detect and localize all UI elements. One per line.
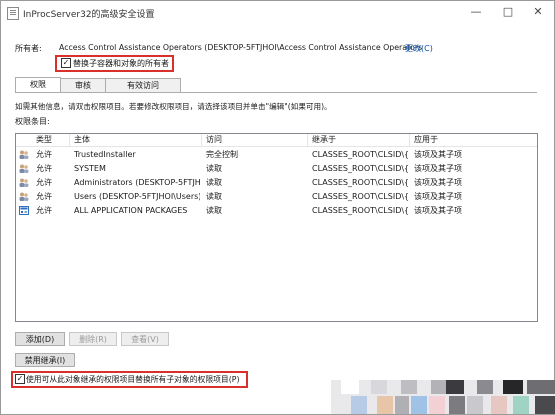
row-applies: 该项及其子项: [414, 164, 462, 173]
user-group-icon: [19, 164, 29, 173]
row-principal: Administrators (DESKTOP-5FTJH...: [74, 178, 200, 187]
tab-permissions[interactable]: 权限: [15, 77, 61, 93]
user-group-icon: [19, 192, 29, 201]
table-row[interactable]: 允许 SYSTEM 读取 CLASSES_ROOT\CLSID\{4... 该项…: [16, 162, 537, 175]
row-access: 读取: [206, 206, 222, 215]
replace-owner-checkbox[interactable]: ✓: [61, 58, 71, 68]
tab-effective-access[interactable]: 有效访问: [105, 78, 181, 93]
row-inherited: CLASSES_ROOT\CLSID\{4...: [312, 178, 408, 187]
row-applies: 该项及其子项: [414, 178, 462, 187]
row-type: 允许: [36, 206, 52, 215]
replace-child-permissions-checkbox[interactable]: ✓: [15, 374, 25, 384]
row-type: 允许: [36, 192, 52, 201]
remove-button[interactable]: 删除(R): [69, 332, 117, 346]
row-access: 读取: [206, 178, 222, 187]
table-row[interactable]: 允许 Administrators (DESKTOP-5FTJH... 读取 C…: [16, 176, 537, 189]
column-header-access[interactable]: 访问: [202, 134, 308, 146]
minimize-button[interactable]: —: [460, 1, 492, 23]
close-button[interactable]: ✕: [522, 1, 554, 23]
row-access: 读取: [206, 192, 222, 201]
window-icon: [7, 7, 19, 20]
disable-inheritance-button[interactable]: 禁用继承(I): [15, 353, 75, 367]
row-access: 读取: [206, 164, 222, 173]
row-principal: TrustedInstaller: [74, 150, 136, 159]
owner-value: Access Control Assistance Operators (DES…: [59, 43, 423, 52]
tab-divider: [15, 92, 537, 93]
row-type: 允许: [36, 164, 52, 173]
table-row[interactable]: 允许 Users (DESKTOP-5FTJHOI\Users) 读取 CLAS…: [16, 190, 537, 203]
row-applies: 该项及其子项: [414, 206, 462, 215]
title-bar: InProcServer32的高级安全设置 — □ ✕: [1, 1, 554, 25]
owner-label: 所有者:: [15, 44, 42, 53]
row-applies: 该项及其子项: [414, 150, 462, 159]
watermark-mosaic: [331, 380, 555, 414]
row-principal: ALL APPLICATION PACKAGES: [74, 206, 188, 215]
dialog-content: 所有者: Access Control Assistance Operators…: [1, 25, 555, 414]
add-button[interactable]: 添加(D): [15, 332, 65, 346]
table-row[interactable]: 允许 ALL APPLICATION PACKAGES 读取 CLASSES_R…: [16, 204, 537, 217]
row-inherited: CLASSES_ROOT\CLSID\{4...: [312, 192, 408, 201]
row-principal: SYSTEM: [74, 164, 106, 173]
tab-auditing[interactable]: 审核: [60, 78, 106, 93]
permission-entries-table[interactable]: 类型 主体 访问 继承于 应用于 允许 TrustedInstaller 完全控…: [15, 133, 538, 322]
table-row[interactable]: 允许 TrustedInstaller 完全控制 CLASSES_ROOT\CL…: [16, 148, 537, 161]
row-applies: 该项及其子项: [414, 192, 462, 201]
app-packages-icon: [19, 206, 29, 215]
change-owner-link[interactable]: 更改(C): [405, 43, 433, 54]
row-inherited: CLASSES_ROOT\CLSID\{4...: [312, 164, 408, 173]
column-header-type[interactable]: 类型: [32, 134, 70, 146]
column-header-inherited[interactable]: 继承于: [308, 134, 410, 146]
row-inherited: CLASSES_ROOT\CLSID\{4...: [312, 206, 408, 215]
replace-child-permissions-label: 使用可从此对象继承的权限项目替换所有子对象的权限项目(P): [26, 375, 240, 384]
maximize-button[interactable]: □: [492, 1, 524, 23]
advanced-security-window: InProcServer32的高级安全设置 — □ ✕ 所有者: Access …: [0, 0, 555, 415]
row-access: 完全控制: [206, 150, 238, 159]
row-type: 允许: [36, 178, 52, 187]
row-principal: Users (DESKTOP-5FTJHOI\Users): [74, 192, 200, 201]
row-type: 允许: [36, 150, 52, 159]
row-inherited: CLASSES_ROOT\CLSID\{4...: [312, 150, 408, 159]
window-title: InProcServer32的高级安全设置: [23, 10, 155, 20]
column-header-principal[interactable]: 主体: [70, 134, 202, 146]
user-group-icon: [19, 150, 29, 159]
view-button[interactable]: 查看(V): [121, 332, 169, 346]
entries-label: 权限条目:: [15, 117, 50, 126]
column-header-applies[interactable]: 应用于: [410, 134, 537, 146]
info-text: 如需其他信息，请双击权限项目。若要修改权限项目，请选择该项目并单击"编辑"(如果…: [15, 102, 332, 111]
user-group-icon: [19, 178, 29, 187]
header-divider: [16, 146, 537, 147]
replace-owner-label: 替换子容器和对象的所有者: [73, 59, 169, 68]
